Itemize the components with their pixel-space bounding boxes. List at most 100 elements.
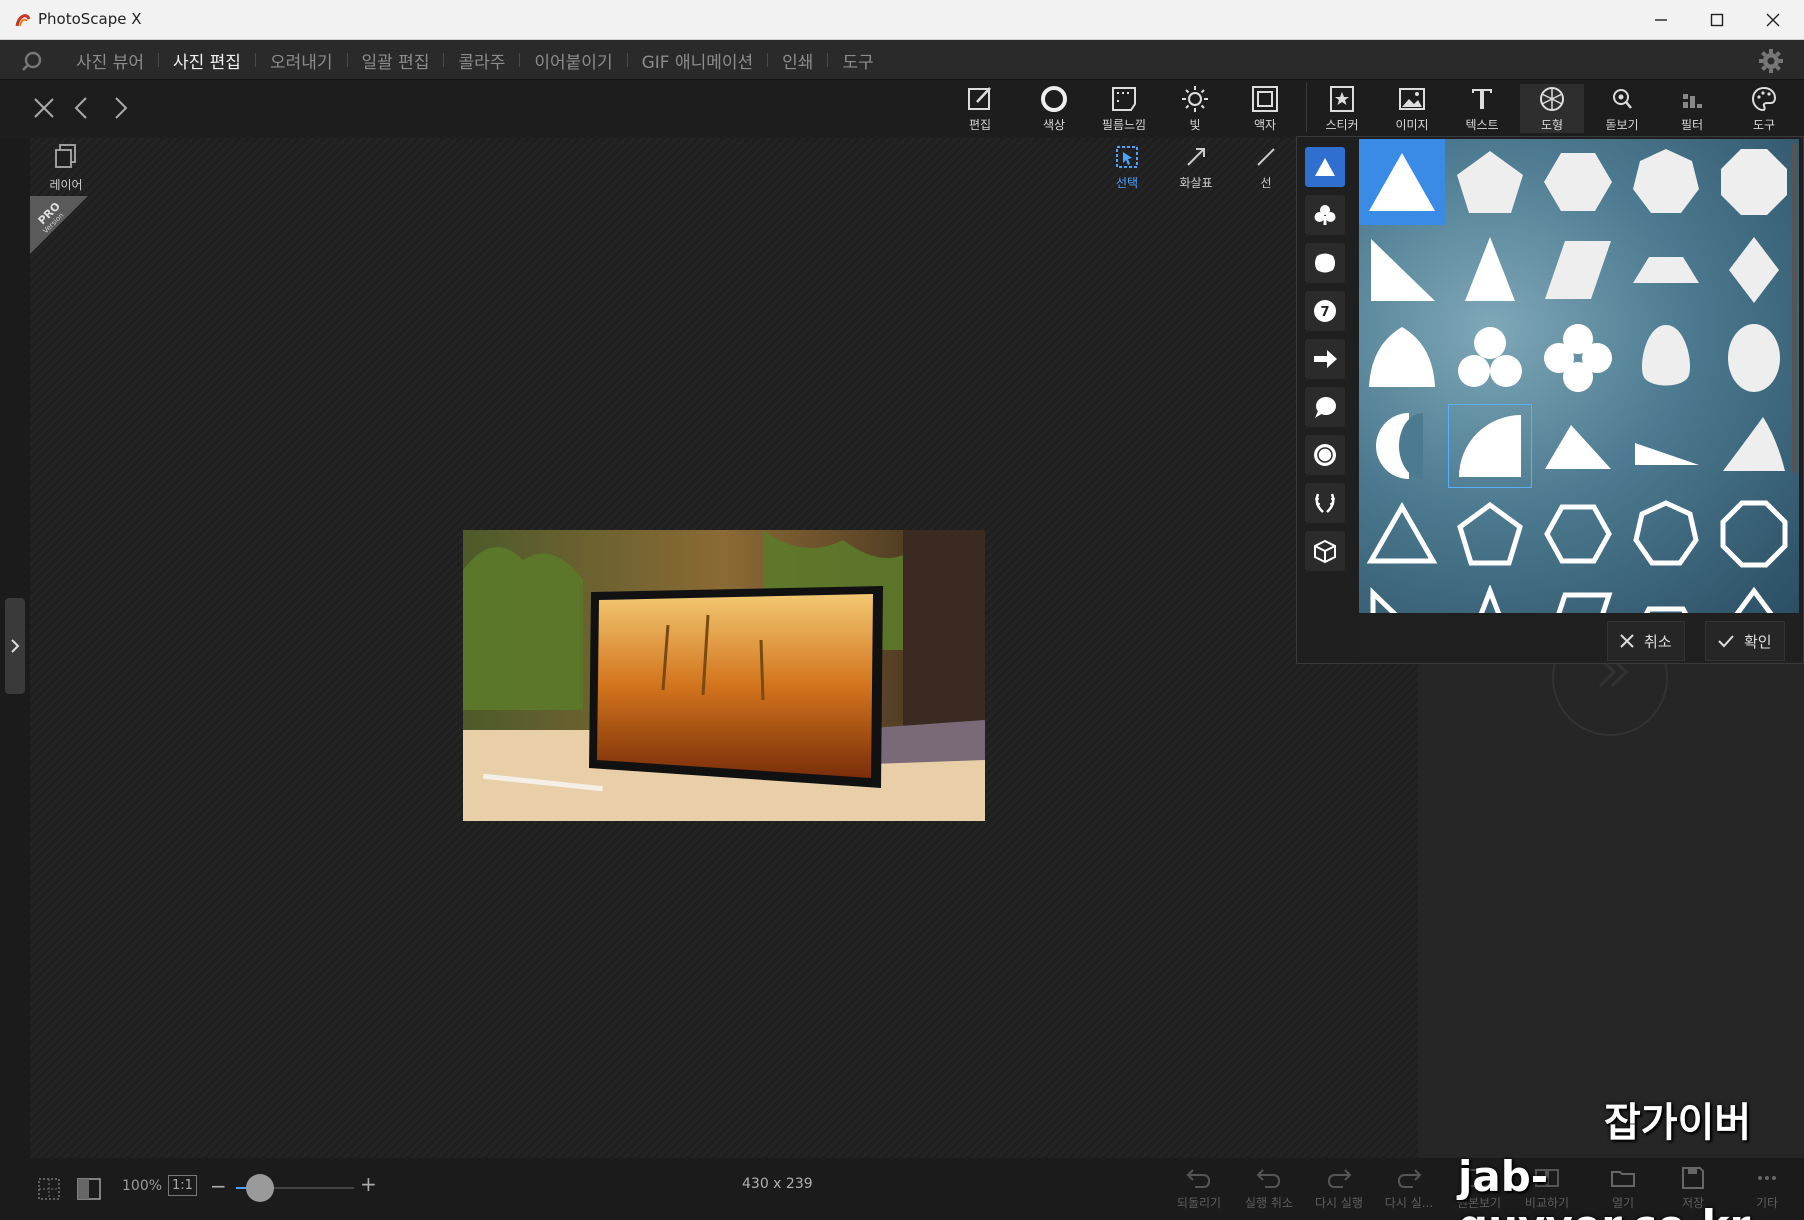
shape-heptagon-outline[interactable] xyxy=(1623,491,1709,577)
select-icon xyxy=(1116,146,1138,168)
parallelogram-shape-icon xyxy=(1545,241,1611,299)
undo-icon xyxy=(1256,1169,1281,1188)
tool-light[interactable]: 빛 xyxy=(1163,84,1227,133)
tool-edit[interactable]: 편집 xyxy=(948,84,1012,133)
zoom-in-button[interactable]: + xyxy=(360,1172,377,1196)
category-seal[interactable] xyxy=(1305,435,1345,475)
shape-rounded-triangle[interactable] xyxy=(1711,403,1797,489)
subtool-select[interactable]: 선택 xyxy=(1097,144,1157,191)
redo-all-button[interactable]: 다시 실... xyxy=(1376,1164,1442,1211)
close-window-button[interactable] xyxy=(1746,0,1800,40)
tool-frame[interactable]: 액자 xyxy=(1233,84,1297,133)
actual-size-button[interactable]: 1:1 xyxy=(168,1175,197,1196)
shape-tall-triangle[interactable] xyxy=(1447,227,1533,313)
shape-triangle[interactable] xyxy=(1359,139,1445,225)
chevron-left-icon[interactable] xyxy=(68,94,96,122)
tool-magnifier[interactable]: 돋보기 xyxy=(1590,84,1654,133)
menu-batch[interactable]: 일괄 편집 xyxy=(348,48,444,73)
quarter-circle-shape-icon xyxy=(1459,415,1521,477)
category-badge[interactable] xyxy=(1305,243,1345,283)
redo-button[interactable]: 다시 실행 xyxy=(1306,1164,1372,1211)
menu-cut-out[interactable]: 오려내기 xyxy=(256,48,347,73)
shape-hexagon-outline[interactable] xyxy=(1535,491,1621,577)
edited-photo[interactable] xyxy=(463,530,985,821)
tool-text[interactable]: 텍스트 xyxy=(1450,84,1514,133)
shape-trapezoid-outline[interactable] xyxy=(1623,579,1709,613)
shape-flat-triangle[interactable] xyxy=(1623,403,1709,489)
menu-photo-viewer[interactable]: 사진 뷰어 xyxy=(62,48,158,73)
tool-shape[interactable]: 도형 xyxy=(1520,84,1584,133)
shape-half-circle[interactable] xyxy=(1359,403,1445,489)
zoom-percentage[interactable]: 100% xyxy=(122,1178,162,1194)
shape-octagon-outline[interactable] xyxy=(1711,491,1797,577)
shape-ellipse[interactable] xyxy=(1711,315,1797,401)
shape-hexagon[interactable] xyxy=(1535,139,1621,225)
maximize-button[interactable] xyxy=(1690,0,1744,40)
menu-print[interactable]: 인쇄 xyxy=(768,48,827,73)
category-speech-bubble[interactable] xyxy=(1305,387,1345,427)
shape-diamond[interactable] xyxy=(1711,227,1797,313)
subtool-line[interactable]: 선 xyxy=(1236,144,1296,191)
menu-gif-animation[interactable]: GIF 애니메이션 xyxy=(628,48,768,73)
minimize-button[interactable] xyxy=(1634,0,1688,40)
shape-heptagon[interactable] xyxy=(1623,139,1709,225)
menu-combine[interactable]: 이어붙이기 xyxy=(520,48,626,73)
tool-sticker[interactable]: 스티커 xyxy=(1310,84,1374,133)
shape-quarter-circle[interactable] xyxy=(1447,403,1533,489)
shape-tall-triangle-outline[interactable] xyxy=(1447,579,1533,613)
zoom-out-button[interactable]: − xyxy=(210,1174,227,1198)
undo-button[interactable]: 실행 취소 xyxy=(1236,1164,1302,1211)
shape-parallelogram-outline[interactable] xyxy=(1535,579,1621,613)
confirm-button[interactable]: 확인 xyxy=(1705,621,1785,661)
tool-label: 색상 xyxy=(1042,118,1066,132)
shape-pentagon-outline[interactable] xyxy=(1447,491,1533,577)
ellipse-shape-icon xyxy=(1728,324,1780,392)
tool-label: 편집 xyxy=(968,118,992,132)
number-icon: 7 xyxy=(1314,300,1336,322)
menu-collage[interactable]: 콜라주 xyxy=(444,48,519,73)
shape-reuleaux[interactable] xyxy=(1359,315,1445,401)
category-cube[interactable] xyxy=(1305,531,1345,571)
category-number[interactable]: 7 xyxy=(1305,291,1345,331)
menu-tools[interactable]: 도구 xyxy=(828,48,887,73)
tool-film[interactable]: 필름느낌 xyxy=(1092,84,1156,133)
shape-trefoil[interactable] xyxy=(1447,315,1533,401)
shape-right-triangle[interactable] xyxy=(1359,227,1445,313)
tool-color[interactable]: 색상 xyxy=(1022,84,1086,133)
shape-curved-triangle[interactable] xyxy=(1535,403,1621,489)
layer-button[interactable]: 레이어 xyxy=(38,142,94,193)
zoom-slider-thumb[interactable] xyxy=(246,1174,274,1202)
menu-photo-editor[interactable]: 사진 편집 xyxy=(159,48,255,73)
shape-triangle-outline[interactable] xyxy=(1359,491,1445,577)
category-arrow[interactable] xyxy=(1305,339,1345,379)
shape-diamond-outline[interactable] xyxy=(1711,579,1797,613)
right-triangle-shape-icon xyxy=(1371,239,1435,301)
grid-toggle-icon[interactable] xyxy=(36,1176,62,1202)
shape-octagon[interactable] xyxy=(1711,139,1797,225)
subtool-arrow[interactable]: 화살표 xyxy=(1166,144,1226,191)
revert-button[interactable]: 되돌리기 xyxy=(1166,1164,1232,1211)
category-laurel[interactable] xyxy=(1305,483,1345,523)
shape-right-triangle-outline[interactable] xyxy=(1359,579,1445,613)
tool-filter[interactable]: 필터 xyxy=(1660,84,1724,133)
left-panel-toggle[interactable] xyxy=(5,598,25,694)
category-club[interactable] xyxy=(1305,195,1345,235)
tool-label: 필터 xyxy=(1680,118,1704,132)
shape-egg[interactable] xyxy=(1623,315,1709,401)
shape-trapezoid[interactable] xyxy=(1623,227,1709,313)
cancel-button[interactable]: 취소 xyxy=(1607,621,1685,661)
tool-label: 돋보기 xyxy=(1605,118,1639,132)
photoscape-window: PhotoScape X 사진 뷰어 사진 편집 오려내기 일괄 편집 콜라주 xyxy=(0,0,1804,1220)
shape-parallelogram[interactable] xyxy=(1535,227,1621,313)
category-triangle[interactable] xyxy=(1305,147,1345,187)
chevron-right-icon[interactable] xyxy=(106,94,134,122)
compare-view-icon[interactable] xyxy=(76,1176,102,1202)
gear-icon[interactable] xyxy=(1758,48,1784,74)
shape-pentagon[interactable] xyxy=(1447,139,1533,225)
search-icon[interactable] xyxy=(20,49,44,73)
shape-grid-scrollbar[interactable] xyxy=(1792,143,1797,473)
close-icon[interactable] xyxy=(30,94,58,122)
shape-quatrefoil[interactable] xyxy=(1535,315,1621,401)
tool-image[interactable]: 이미지 xyxy=(1380,84,1444,133)
tool-tools[interactable]: 도구 xyxy=(1732,84,1796,133)
